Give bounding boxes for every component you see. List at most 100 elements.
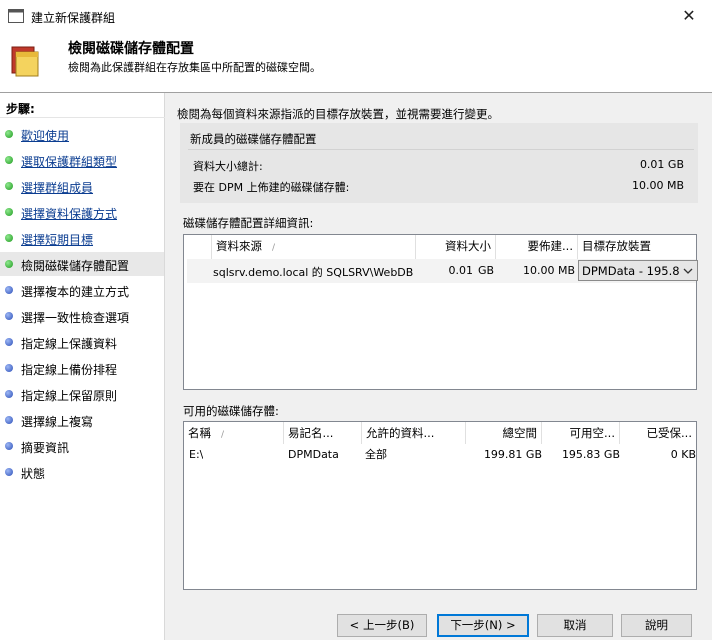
column-header-name-label: 名稱 <box>188 426 211 440</box>
close-icon[interactable]: ✕ <box>666 0 712 32</box>
sidebar-step-label: 指定線上保留原則 <box>21 389 118 403</box>
sidebar-step-label: 選擇線上複寫 <box>21 415 94 429</box>
page-title: 檢閱磁碟儲存體配置 <box>68 41 194 57</box>
folder-group-icon <box>11 46 39 77</box>
column-header-total-space[interactable]: 總空間 <box>466 422 542 444</box>
steps-divider <box>0 117 165 118</box>
column-header-select[interactable] <box>184 235 212 259</box>
provision-value: 10.00 MB <box>631 179 684 192</box>
sort-icon: / <box>221 430 225 440</box>
sidebar-step-label: 狀態 <box>21 467 46 481</box>
sort-icon: / <box>272 243 276 253</box>
page-subtitle: 檢閱為此保護群組在存放集區中所配置的磁碟空間。 <box>68 61 321 74</box>
column-header-target[interactable]: 目標存放裝置 <box>578 235 696 259</box>
sidebar-step[interactable]: 選取保護群組類型 <box>0 148 164 172</box>
provision-cell: 10.00 MB <box>522 264 575 277</box>
sidebar-step: 狀態 <box>0 460 164 484</box>
wizard-header: 檢閱磁碟儲存體配置 檢閱為此保護群組在存放集區中所配置的磁碟空間。 <box>0 32 712 92</box>
summary-title: 新成員的磁碟儲存體配置 <box>190 132 317 146</box>
sidebar-step-label: 選擇資料保護方式 <box>21 207 118 221</box>
volume-name-cell: E:\ <box>189 448 204 461</box>
column-header-allowed-data[interactable]: 允許的資料... <box>362 422 466 444</box>
target-storage-dropdown[interactable]: DPMData - 195.83 GB <box>578 260 698 281</box>
sidebar-step: 選擇線上複寫 <box>0 408 164 432</box>
table-row[interactable]: E:\ DPMData 全部 199.81 GB 195.83 GB 0 KB <box>184 444 696 464</box>
sidebar-step[interactable]: 歡迎使用 <box>0 122 164 146</box>
sidebar-step-label: 指定線上備份排程 <box>21 363 118 377</box>
sidebar-step[interactable]: 選擇短期目標 <box>0 226 164 250</box>
details-label: 磁碟儲存體配置詳細資訊: <box>183 216 314 230</box>
sidebar-step-label: 選擇短期目標 <box>21 233 94 247</box>
column-header-provision[interactable]: 要佈建... <box>496 235 578 259</box>
step-status-icon <box>5 130 13 138</box>
sidebar-step: 指定線上保留原則 <box>0 382 164 406</box>
target-storage-value: DPMData - 195.83 GB <box>582 264 680 278</box>
datasize-cell: 0.01 <box>448 264 474 277</box>
sidebar-step-label: 選取保護群組類型 <box>21 155 118 169</box>
summary-divider <box>188 149 694 150</box>
friendly-name-cell: DPMData <box>288 448 339 461</box>
available-storage-label: 可用的磁碟儲存體: <box>183 404 279 418</box>
sidebar-step: 摘要資訊 <box>0 434 164 458</box>
column-header-protected[interactable]: 已受保... <box>620 422 696 444</box>
sidebar-step[interactable]: 選擇資料保護方式 <box>0 200 164 224</box>
sidebar-step-label: 摘要資訊 <box>21 441 70 455</box>
wizard-window: 建立新保護群組 ✕ 檢閱磁碟儲存體配置 檢閱為此保護群組在存放集區中所配置的磁碟… <box>0 0 712 640</box>
step-status-icon <box>5 182 13 190</box>
steps-title: 步驟: <box>6 102 35 116</box>
step-status-icon <box>5 442 13 450</box>
chevron-down-icon <box>683 268 693 274</box>
storage-summary-group: 新成員的磁碟儲存體配置 資料大小總計: 0.01 GB 要在 DPM 上佈建的磁… <box>180 123 698 203</box>
total-size-value: 0.01 GB <box>639 158 684 171</box>
sidebar-step: 指定線上備份排程 <box>0 356 164 380</box>
sidebar-step: 選擇一致性檢查選項 <box>0 304 164 328</box>
column-header-name[interactable]: 名稱 / <box>184 422 284 444</box>
step-status-icon <box>5 286 13 294</box>
available-storage-grid[interactable]: 名稱 / 易記名... 允許的資料... 總空間 可用空... 已受保... E:… <box>183 421 697 590</box>
step-status-icon <box>5 468 13 476</box>
allocation-details-grid[interactable]: 資料來源 / 資料大小 要佈建... 目標存放裝置 sqlsrv.demo.loc… <box>183 234 698 390</box>
free-space-cell: 195.83 GB <box>561 448 620 461</box>
next-button[interactable]: 下一步(N) > <box>437 614 529 637</box>
step-status-icon <box>5 338 13 346</box>
column-header-friendly-name[interactable]: 易記名... <box>284 422 362 444</box>
sidebar-step-label: 選擇群組成員 <box>21 181 94 195</box>
step-status-icon <box>5 312 13 320</box>
protected-space-cell: 0 KB <box>670 448 696 461</box>
sidebar-step-label: 選擇一致性檢查選項 <box>21 311 130 325</box>
column-header-source-label: 資料來源 <box>216 239 262 253</box>
sidebar-step: 檢閱磁碟儲存體配置 <box>0 252 164 276</box>
steps-sidebar: 步驟: 歡迎使用選取保護群組類型 選擇群組成員選擇資料保護方式 選擇短期目標檢閱磁碟… <box>0 93 165 640</box>
column-header-size[interactable]: 資料大小 <box>416 235 496 259</box>
step-status-icon <box>5 156 13 164</box>
allowed-data-cell: 全部 <box>365 448 387 461</box>
step-status-icon <box>5 364 13 372</box>
title-bar: 建立新保護群組 ✕ <box>0 0 712 32</box>
cancel-button[interactable]: 取消 <box>537 614 613 637</box>
datasize-unit-cell: GB <box>478 264 495 277</box>
window-app-icon <box>8 9 24 23</box>
total-space-cell: 199.81 GB <box>483 448 542 461</box>
help-button[interactable]: 說明 <box>621 614 692 637</box>
step-status-icon <box>5 234 13 242</box>
step-status-icon <box>5 208 13 216</box>
sidebar-step-label: 歡迎使用 <box>21 129 70 143</box>
sidebar-step: 選擇複本的建立方式 <box>0 278 164 302</box>
instruction-text: 檢閱為每個資料來源指派的目標存放裝置，並視需要進行變更。 <box>177 107 499 121</box>
wizard-footer: < 上一步(B) 下一步(N) > 取消 說明 <box>166 603 712 640</box>
window-title: 建立新保護群組 <box>31 11 116 25</box>
sidebar-step-label: 檢閱磁碟儲存體配置 <box>21 259 130 273</box>
sidebar-step-label: 指定線上保護資料 <box>21 337 118 351</box>
back-button[interactable]: < 上一步(B) <box>337 614 427 637</box>
sidebar-step[interactable]: 選擇群組成員 <box>0 174 164 198</box>
column-header-source[interactable]: 資料來源 / <box>212 235 416 259</box>
sidebar-step-label: 選擇複本的建立方式 <box>21 285 130 299</box>
step-status-icon <box>5 260 13 268</box>
column-header-free-space[interactable]: 可用空... <box>542 422 620 444</box>
step-status-icon <box>5 416 13 424</box>
sidebar-step: 指定線上保護資料 <box>0 330 164 354</box>
datasource-cell: sqlsrv.demo.local 的 SQLSRV\WebDB <box>213 266 413 279</box>
step-status-icon <box>5 390 13 398</box>
total-size-label: 資料大小總計: <box>193 160 263 173</box>
main-content: 檢閱為每個資料來源指派的目標存放裝置，並視需要進行變更。 新成員的磁碟儲存體配置… <box>166 93 712 603</box>
